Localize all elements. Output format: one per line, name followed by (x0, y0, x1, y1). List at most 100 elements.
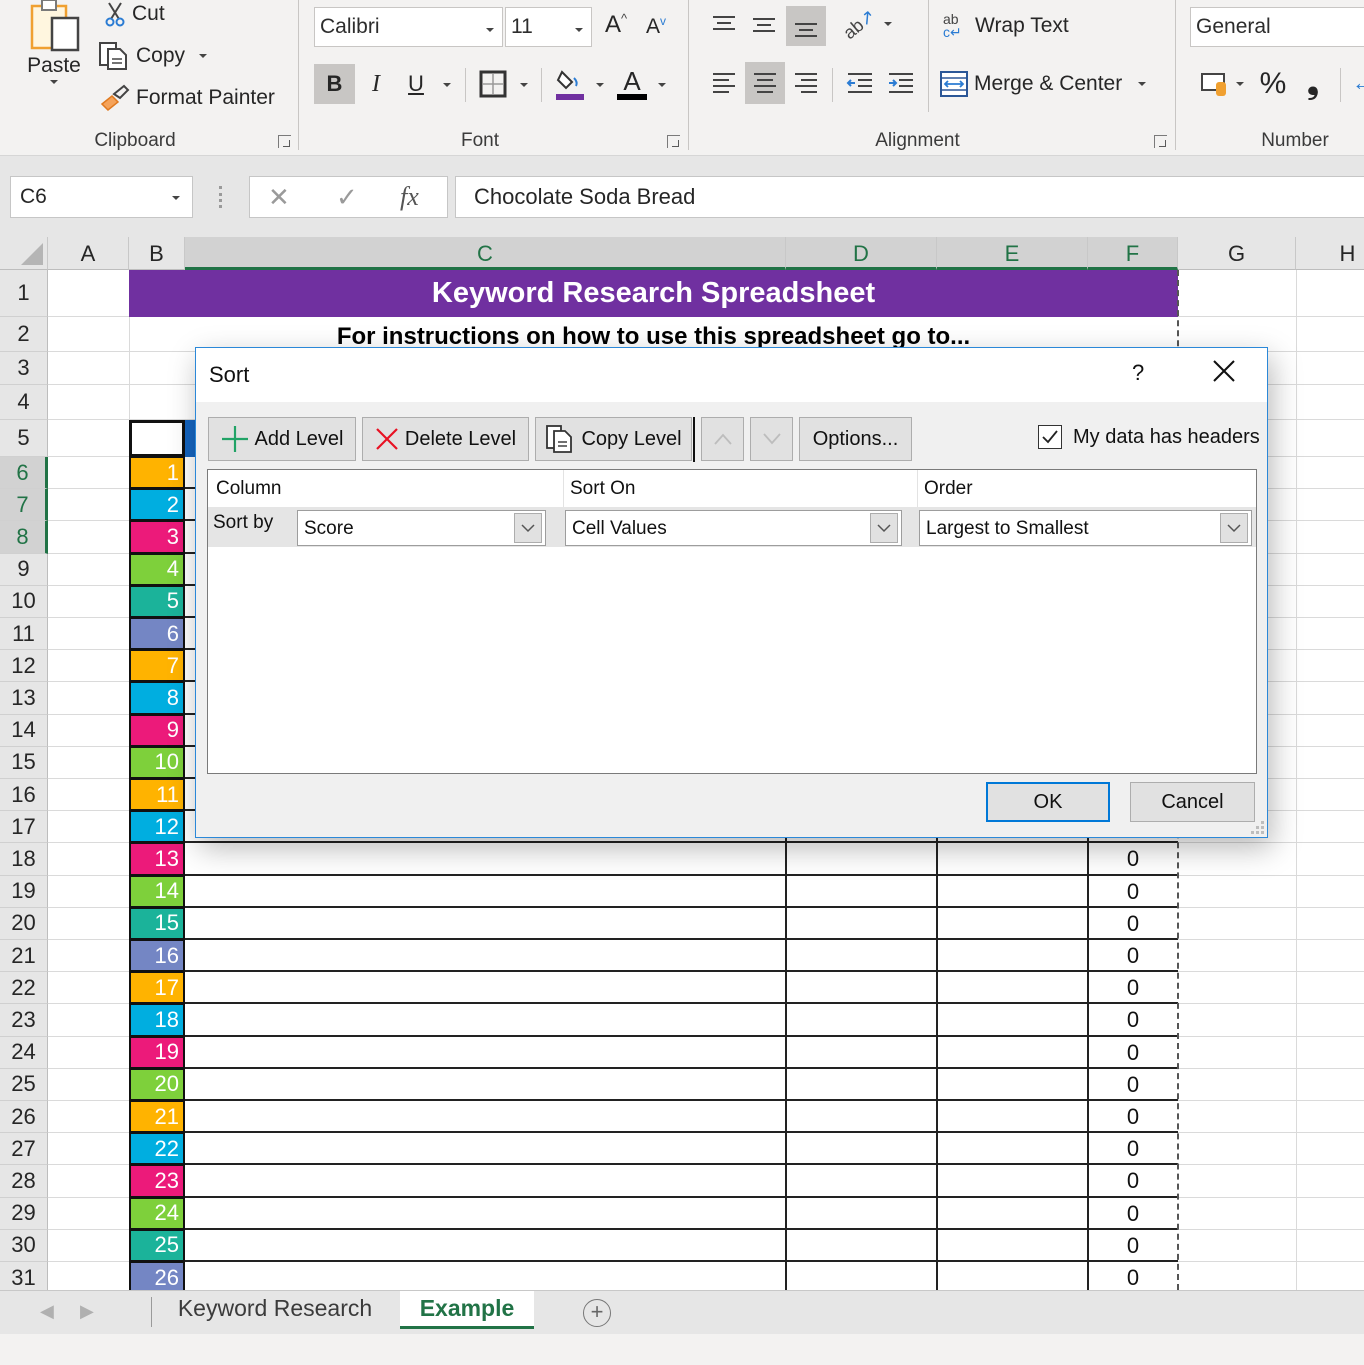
sort-column-select[interactable]: Score (297, 510, 546, 546)
table-row[interactable] (185, 908, 1178, 940)
cancel-button[interactable]: Cancel (1130, 782, 1255, 822)
rank-number-cell[interactable]: 14 (129, 875, 185, 908)
score-cell[interactable]: 0 (1088, 1198, 1178, 1230)
row-header-23[interactable]: 23 (0, 1004, 48, 1037)
row-header-19[interactable]: 19 (0, 875, 48, 908)
italic-button[interactable]: I (360, 64, 392, 104)
score-cell[interactable]: 0 (1088, 908, 1178, 940)
column-header-h[interactable]: H (1296, 237, 1364, 270)
table-row[interactable] (185, 1133, 1178, 1166)
score-cell[interactable]: 0 (1088, 940, 1178, 972)
table-row[interactable] (185, 876, 1178, 908)
close-icon[interactable] (1210, 356, 1238, 386)
table-row[interactable] (185, 1101, 1178, 1134)
rank-number-cell[interactable]: 4 (129, 553, 185, 586)
rank-number-cell[interactable]: 8 (129, 682, 185, 715)
sort-on-select[interactable]: Cell Values (565, 510, 902, 546)
table-row[interactable] (185, 1004, 1178, 1037)
table-row[interactable] (185, 1262, 1178, 1290)
score-cell[interactable]: 0 (1088, 1101, 1178, 1133)
table-header-number-cell[interactable] (129, 420, 185, 457)
font-size-select[interactable]: 11 (505, 7, 592, 47)
move-up-button[interactable] (701, 417, 744, 461)
row-header-14[interactable]: 14 (0, 714, 48, 747)
scroll-tabs-right-icon[interactable]: ▶ (80, 1301, 94, 1322)
formula-bar-resize-handle[interactable] (219, 186, 223, 208)
table-row[interactable] (185, 843, 1178, 876)
dialog-title-bar[interactable]: Sort ? (196, 348, 1267, 402)
insert-function-icon[interactable]: fx (400, 182, 419, 212)
score-cell[interactable]: 0 (1088, 1230, 1178, 1262)
order-select[interactable]: Largest to Smallest (919, 510, 1252, 546)
rank-number-cell[interactable]: 1 (129, 457, 185, 490)
sheet-tab-keyword-research[interactable]: Keyword Research (160, 1291, 390, 1329)
row-header-21[interactable]: 21 (0, 940, 48, 973)
sheet-title-cell[interactable]: Keyword Research Spreadsheet (129, 270, 1178, 317)
rank-number-cell[interactable]: 20 (129, 1068, 185, 1101)
row-header-13[interactable]: 13 (0, 682, 48, 715)
align-bottom-button[interactable] (786, 6, 826, 46)
rank-number-cell[interactable]: 3 (129, 521, 185, 554)
font-color-dropdown-icon[interactable] (658, 83, 666, 87)
rank-number-cell[interactable]: 25 (129, 1229, 185, 1262)
column-header-e[interactable]: E (937, 237, 1088, 270)
score-cell[interactable]: 0 (1088, 843, 1178, 875)
decrease-indent-button[interactable] (842, 64, 878, 102)
rank-number-cell[interactable]: 9 (129, 714, 185, 747)
align-left-button[interactable] (706, 64, 742, 102)
column-header-a[interactable]: A (48, 237, 129, 270)
rank-number-cell[interactable]: 13 (129, 843, 185, 876)
font-dialog-launcher-icon[interactable] (667, 135, 680, 148)
table-row[interactable] (185, 1230, 1178, 1262)
my-data-has-headers-checkbox[interactable] (1038, 425, 1062, 449)
row-header-8[interactable]: 8 (0, 521, 48, 554)
rank-number-cell[interactable]: 2 (129, 489, 185, 522)
rank-number-cell[interactable]: 23 (129, 1165, 185, 1198)
delete-level-button[interactable]: Delete Level (362, 417, 529, 461)
row-header-28[interactable]: 28 (0, 1165, 48, 1198)
rank-number-cell[interactable]: 26 (129, 1262, 185, 1290)
borders-button[interactable] (476, 66, 510, 102)
row-header-27[interactable]: 27 (0, 1133, 48, 1166)
row-header-2[interactable]: 2 (0, 317, 48, 352)
format-painter-button[interactable]: Format Painter (100, 82, 275, 114)
copy-level-button[interactable]: Copy Level (535, 417, 692, 461)
row-header-16[interactable]: 16 (0, 779, 48, 812)
align-middle-button[interactable] (746, 6, 782, 42)
rank-number-cell[interactable]: 15 (129, 907, 185, 940)
row-header-25[interactable]: 25 (0, 1068, 48, 1101)
fill-color-button[interactable] (552, 64, 588, 104)
confirm-entry-icon[interactable]: ✓ (336, 182, 358, 213)
scroll-tabs-left-icon[interactable]: ◀ (40, 1301, 54, 1322)
percent-style-button[interactable]: % (1256, 64, 1290, 104)
rank-number-cell[interactable]: 21 (129, 1101, 185, 1134)
cut-button[interactable]: Cut (104, 0, 165, 28)
wrap-text-button[interactable]: ab c↵ Wrap Text (943, 10, 1069, 42)
rank-number-cell[interactable]: 18 (129, 1004, 185, 1037)
orientation-button[interactable]: ab↗ (840, 5, 892, 43)
row-header-15[interactable]: 15 (0, 746, 48, 779)
name-box[interactable]: C6 (10, 176, 193, 218)
merge-center-button[interactable]: Merge & Center (940, 66, 1147, 102)
rank-number-cell[interactable]: 22 (129, 1133, 185, 1166)
score-cell[interactable]: 0 (1088, 876, 1178, 908)
column-header-f[interactable]: F (1088, 237, 1178, 270)
row-header-11[interactable]: 11 (0, 618, 48, 651)
add-sheet-button[interactable]: + (583, 1299, 611, 1327)
row-header-6[interactable]: 6 (0, 457, 48, 490)
score-cell[interactable]: 0 (1088, 1069, 1178, 1101)
increase-indent-button[interactable] (883, 64, 919, 102)
row-header-12[interactable]: 12 (0, 650, 48, 683)
sort-on-dropdown-button[interactable] (870, 513, 898, 543)
row-header-10[interactable]: 10 (0, 585, 48, 618)
row-header-18[interactable]: 18 (0, 843, 48, 876)
rank-number-cell[interactable]: 12 (129, 811, 185, 844)
font-name-select[interactable]: Calibri (314, 7, 503, 47)
row-header-5[interactable]: 5 (0, 420, 48, 457)
align-right-button[interactable] (788, 64, 824, 102)
score-cell[interactable]: 0 (1088, 972, 1178, 1004)
row-header-24[interactable]: 24 (0, 1036, 48, 1069)
decrease-font-size-button[interactable]: Av (640, 10, 672, 42)
number-format-select[interactable]: General (1190, 7, 1364, 47)
row-header-7[interactable]: 7 (0, 489, 48, 522)
